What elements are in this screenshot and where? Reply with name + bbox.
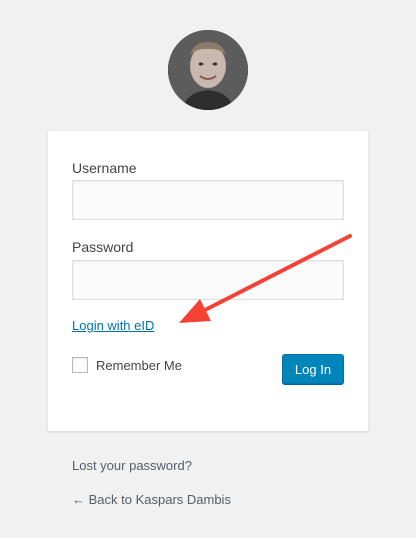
back-to-site-link[interactable]: ← Back to Kaspars Dambis xyxy=(72,492,231,507)
remember-me-checkbox[interactable] xyxy=(72,357,88,373)
remember-me-label: Remember Me xyxy=(96,357,182,373)
login-form: Username Password Login with eID Remembe… xyxy=(48,131,368,431)
username-input[interactable] xyxy=(72,180,344,220)
avatar-image xyxy=(168,30,248,110)
password-label: Password xyxy=(72,239,134,255)
password-input[interactable] xyxy=(72,260,344,300)
lost-password-link[interactable]: Lost your password? xyxy=(72,458,192,473)
login-with-eid-link[interactable]: Login with eID xyxy=(72,318,154,333)
remember-me: Remember Me xyxy=(72,357,182,373)
user-avatar xyxy=(168,30,248,110)
username-label: Username xyxy=(72,160,137,176)
login-button[interactable]: Log In xyxy=(282,354,344,384)
